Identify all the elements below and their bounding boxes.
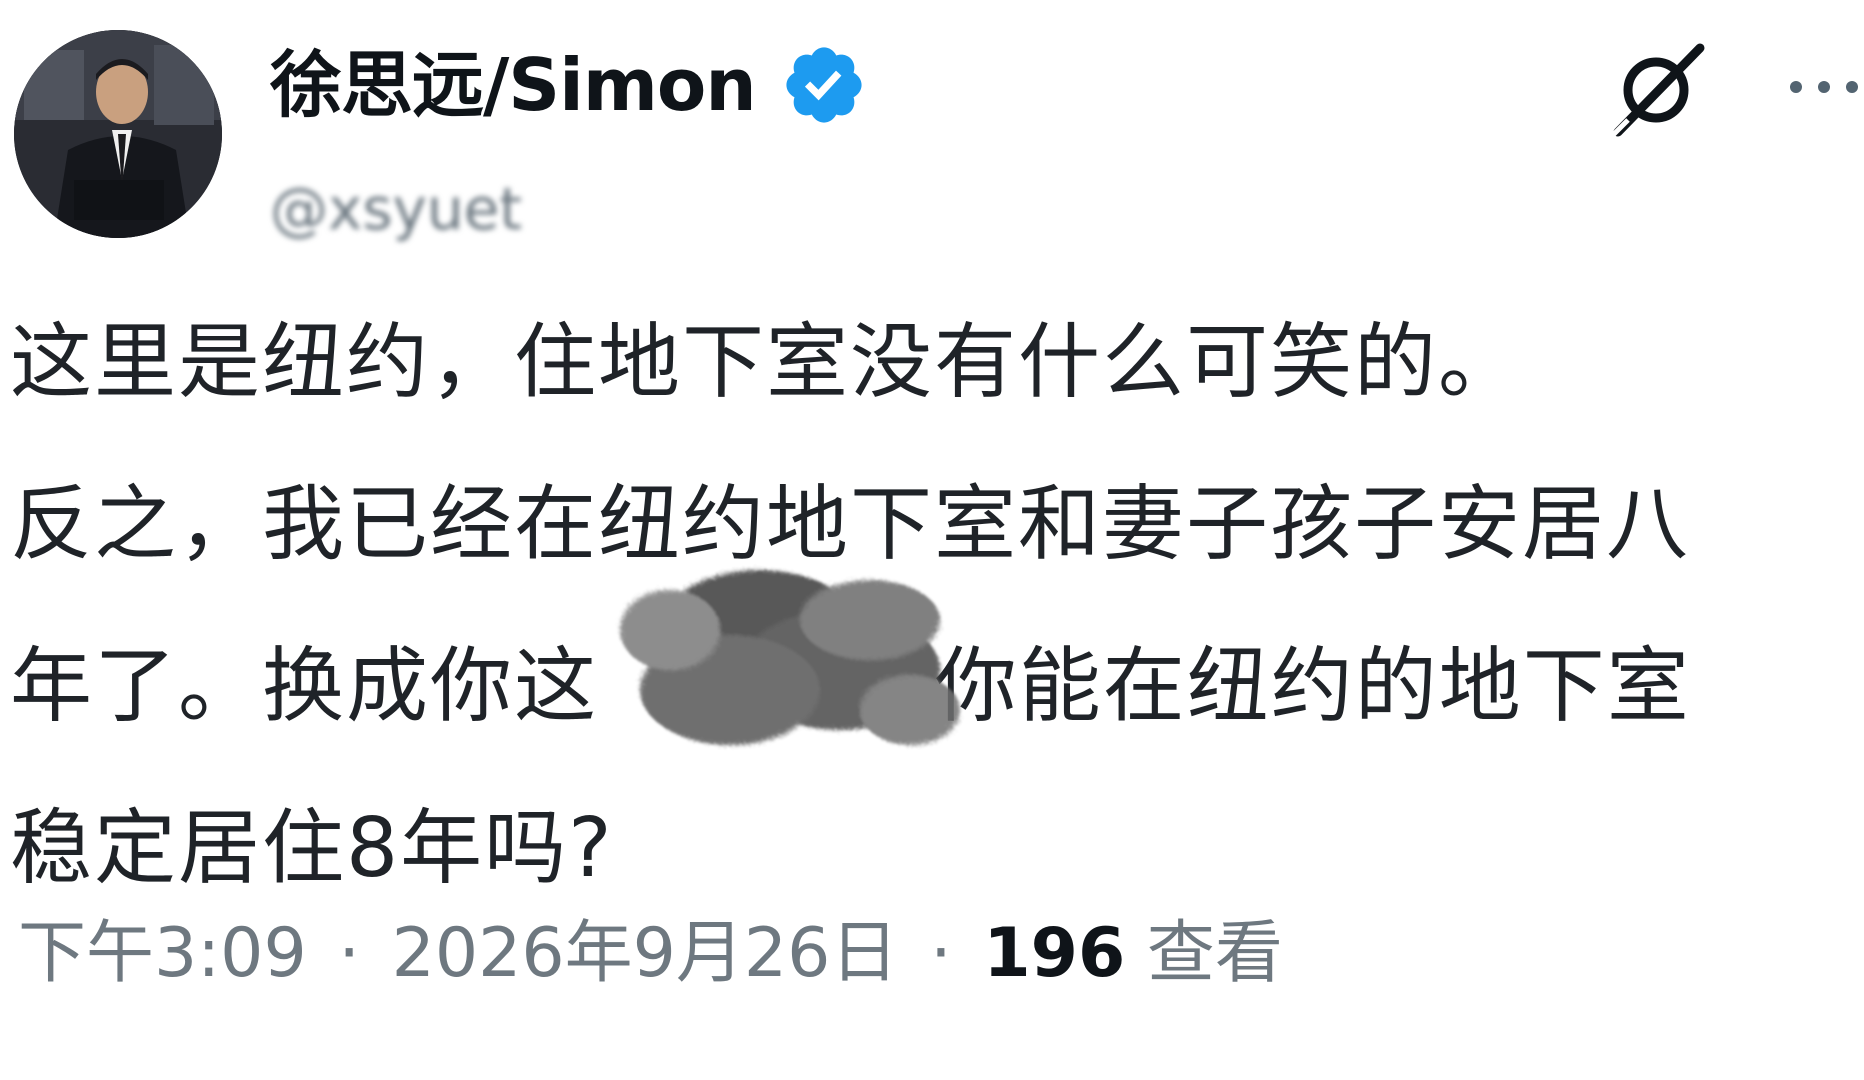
avatar[interactable] bbox=[14, 30, 222, 238]
grok-icon[interactable] bbox=[1604, 40, 1714, 140]
header-actions bbox=[1604, 40, 1864, 140]
tweet-date[interactable]: 2026年9月26日 bbox=[392, 914, 899, 993]
tweet-time[interactable]: 下午3:09 bbox=[18, 914, 307, 993]
redaction-scribble bbox=[620, 570, 960, 745]
author-display-name[interactable]: 徐思远/Simon bbox=[270, 49, 757, 121]
views-label: 查看 bbox=[1146, 914, 1283, 993]
avatar-photo bbox=[14, 30, 222, 238]
author-handle-text: @xsyuet bbox=[270, 175, 523, 243]
verified-badge-icon bbox=[786, 47, 862, 123]
author-name-row[interactable]: 徐思远/Simon bbox=[270, 40, 868, 130]
author-block: 徐思远/Simon @xsyuet bbox=[270, 40, 868, 238]
author-handle[interactable]: @xsyuet bbox=[270, 180, 522, 238]
meta-separator: · bbox=[930, 914, 952, 993]
more-options-icon[interactable] bbox=[1784, 72, 1864, 102]
views-count[interactable]: 196 bbox=[983, 914, 1125, 993]
meta-separator: · bbox=[338, 914, 360, 993]
tweet-line: 稳定居住8年吗? bbox=[10, 801, 614, 896]
tweet-meta: 下午3:09 · 2026年9月26日 · 196 查看 bbox=[18, 920, 1283, 988]
tweet-line: 这里是纽约，住地下室没有什么可笑的。 bbox=[10, 315, 1523, 410]
tweet-detail: 徐思远/Simon @xsyuet 这里是纽约，住地下室没有什么可笑的。 反之，… bbox=[0, 0, 1864, 1080]
